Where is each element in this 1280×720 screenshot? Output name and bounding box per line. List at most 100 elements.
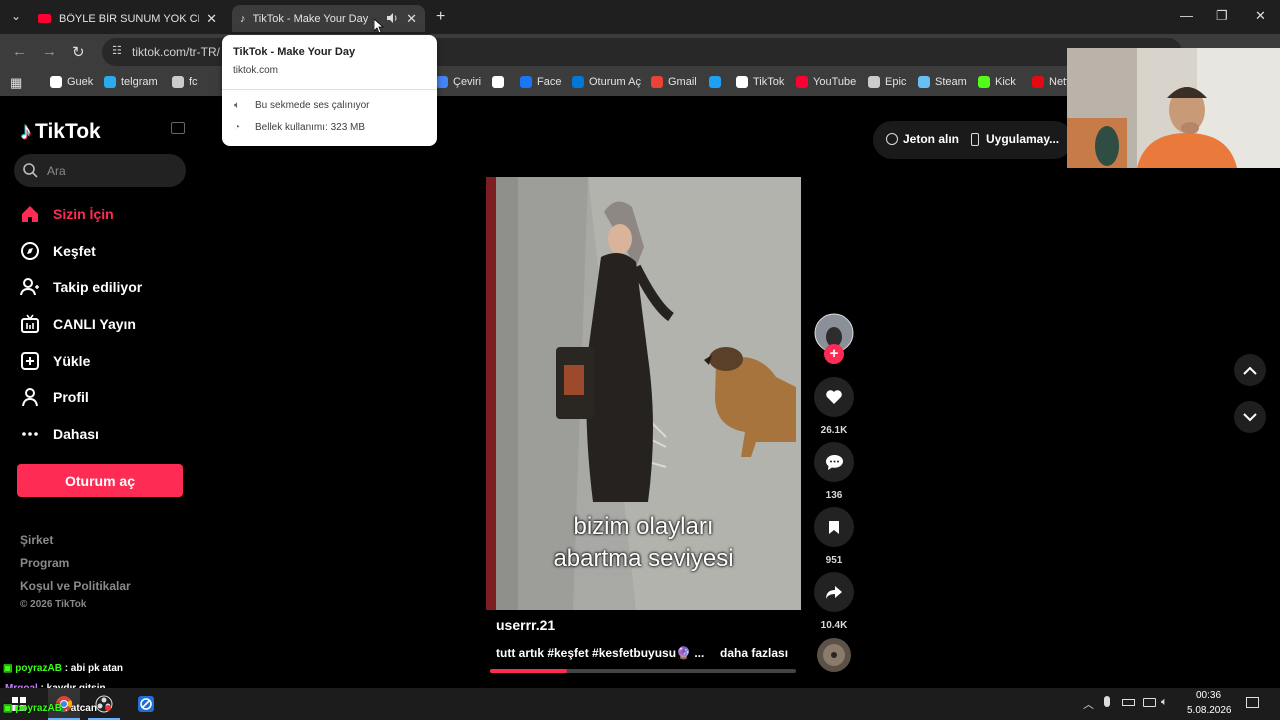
chat-text: : atcan xyxy=(61,703,97,714)
logo-text: TikTok xyxy=(35,120,101,143)
taskbar-date[interactable]: 5.08.2026 xyxy=(1187,705,1232,716)
footer-terms-link[interactable]: Koşul ve Politikalar xyxy=(20,579,131,593)
get-app-button[interactable]: Uygulamay... xyxy=(971,132,1059,146)
hover-audio-text: Bu sekmede ses çalınıyor xyxy=(255,100,370,111)
bookmark-item[interactable]: Çeviri xyxy=(436,76,481,88)
like-button[interactable]: 26.1K xyxy=(814,377,854,436)
bookmark-item[interactable]: Oturum Aç xyxy=(572,76,641,88)
footer-program-link[interactable]: Program xyxy=(20,556,69,570)
nav-explore[interactable]: Keşfet xyxy=(20,241,96,261)
bookmark-item[interactable]: Steam xyxy=(918,76,967,88)
bookmark-favicon-icon xyxy=(709,76,721,88)
bookmark-item[interactable]: Netfl xyxy=(1032,76,1072,88)
tab-tiktok[interactable]: ♪ TikTok - Make Your Day ✕ xyxy=(232,5,425,32)
bookmark-favicon-icon xyxy=(978,76,990,88)
bookmark-item[interactable]: Gmail xyxy=(651,76,697,88)
music-disc-button[interactable] xyxy=(814,637,854,678)
nav-label: Profil xyxy=(53,389,89,405)
video-username[interactable]: userrr.21 xyxy=(496,617,555,633)
see-more-link[interactable]: daha fazlası xyxy=(720,646,788,660)
close-tab-icon[interactable]: ✕ xyxy=(206,11,217,27)
comment-button[interactable]: 136 xyxy=(814,442,854,501)
site-info-icon[interactable]: ☷ xyxy=(112,44,122,57)
mouse-cursor-icon xyxy=(374,19,384,33)
nav-for-you[interactable]: Sizin İçin xyxy=(20,204,114,224)
taskbar-app-button[interactable] xyxy=(130,688,162,720)
browser-tab-strip: ⌄ BÖYLE BİR SUNUM YOK CHEF C ✕ ♪ TikTok … xyxy=(0,0,1280,34)
bookmark-item[interactable]: fc xyxy=(172,76,198,88)
previous-video-button[interactable] xyxy=(1234,354,1266,386)
volume-icon[interactable]: 🔈︎ xyxy=(1161,696,1168,709)
bookmark-favicon-icon xyxy=(1032,76,1044,88)
bookmark-item[interactable] xyxy=(492,76,509,88)
bookmark-favicon-icon xyxy=(736,76,748,88)
tiktok-logo[interactable]: ♪ TikTok xyxy=(20,118,101,146)
battery-icon[interactable] xyxy=(1122,699,1135,706)
login-button[interactable]: Oturum aç xyxy=(17,464,183,497)
bookmark-label: Face xyxy=(537,76,562,88)
streamer-webcam-image xyxy=(1067,48,1280,168)
tray-chevron-up-icon[interactable]: ︿ xyxy=(1083,696,1094,712)
next-video-button[interactable] xyxy=(1234,401,1266,433)
bookmark-item[interactable]: TikTok xyxy=(736,76,784,88)
creator-avatar-button[interactable]: + xyxy=(814,313,854,364)
close-tab-icon[interactable]: ✕ xyxy=(406,11,417,27)
new-tab-icon[interactable]: + xyxy=(436,8,445,26)
video-progress-track[interactable] xyxy=(490,669,796,673)
footer-company-link[interactable]: Şirket xyxy=(20,533,53,547)
profile-icon xyxy=(22,388,38,407)
home-icon xyxy=(22,206,38,222)
nav-following[interactable]: Takip ediliyor xyxy=(20,277,142,297)
bookmark-item[interactable]: Epic xyxy=(868,76,906,88)
tab-search-icon[interactable]: ⌄ xyxy=(11,9,21,23)
tiktok-favicon-icon: ♪ xyxy=(240,12,246,25)
bookmark-item[interactable]: Face xyxy=(520,76,561,88)
network-icon[interactable] xyxy=(1143,698,1156,707)
bookmark-item[interactable]: Guek xyxy=(50,76,93,88)
tab-title: TikTok - Make Your Day xyxy=(252,12,369,25)
bookmark-label: Kick xyxy=(995,76,1016,88)
bookmark-favicon-icon xyxy=(918,76,930,88)
copyright: © 2026 TikTok xyxy=(20,599,87,610)
bookmark-favicon-icon xyxy=(50,76,62,88)
nav-live[interactable]: CANLI Yayın xyxy=(20,314,136,334)
hover-title: TikTok - Make Your Day xyxy=(233,46,356,58)
microphone-icon[interactable] xyxy=(1104,696,1110,707)
search-icon xyxy=(23,163,38,178)
apps-grid-icon[interactable]: ▦ xyxy=(10,75,22,91)
bookmark-label: Gmail xyxy=(668,76,697,88)
notifications-icon[interactable] xyxy=(1246,697,1259,708)
app-icon xyxy=(138,696,154,712)
bookmark-item[interactable] xyxy=(709,76,726,88)
chevron-up-icon xyxy=(1243,366,1257,375)
bookmark-favicon-icon xyxy=(436,76,448,88)
video-caption: bizim olayları abartma seviyesi xyxy=(486,511,801,575)
share-button[interactable]: 10.4K xyxy=(814,572,854,631)
hover-memory-row: ◔ Bellek kullanımı: 323 MB xyxy=(234,122,365,133)
forward-icon[interactable]: → xyxy=(42,43,57,60)
nav-label: CANLI Yayın xyxy=(53,316,136,332)
taskbar-time[interactable]: 00:36 xyxy=(1196,690,1221,701)
get-coins-button[interactable]: Jeton alın xyxy=(886,132,959,146)
close-window-icon[interactable]: ✕ xyxy=(1255,8,1266,24)
nav-profile[interactable]: Profil xyxy=(20,387,89,407)
save-button[interactable]: 951 xyxy=(814,507,854,566)
nav-more[interactable]: Dahası xyxy=(20,424,99,444)
minimize-icon[interactable]: — xyxy=(1180,8,1193,23)
tab-youtube[interactable]: BÖYLE BİR SUNUM YOK CHEF C ✕ xyxy=(30,5,225,32)
bookmark-item[interactable]: Kick xyxy=(978,76,1016,88)
maximize-icon[interactable]: ❐ xyxy=(1216,8,1228,24)
video-player[interactable]: bizim olayları abartma seviyesi xyxy=(486,177,801,610)
search-input[interactable]: Ara xyxy=(14,154,186,187)
bookmark-item[interactable]: YouTube xyxy=(796,76,856,88)
collapse-sidebar-icon[interactable] xyxy=(171,122,185,134)
back-icon[interactable]: ← xyxy=(12,43,27,60)
tab-hover-card: TikTok - Make Your Day tiktok.com 🔈︎ Bu … xyxy=(222,35,437,146)
nav-label: Dahası xyxy=(53,426,99,442)
reload-icon[interactable]: ↻ xyxy=(72,43,85,61)
speaker-icon[interactable] xyxy=(386,12,398,24)
follow-plus-icon[interactable]: + xyxy=(824,344,844,364)
bookmark-item[interactable]: telgram xyxy=(104,76,158,88)
nav-upload[interactable]: Yükle xyxy=(20,351,90,371)
phone-icon xyxy=(971,132,979,146)
